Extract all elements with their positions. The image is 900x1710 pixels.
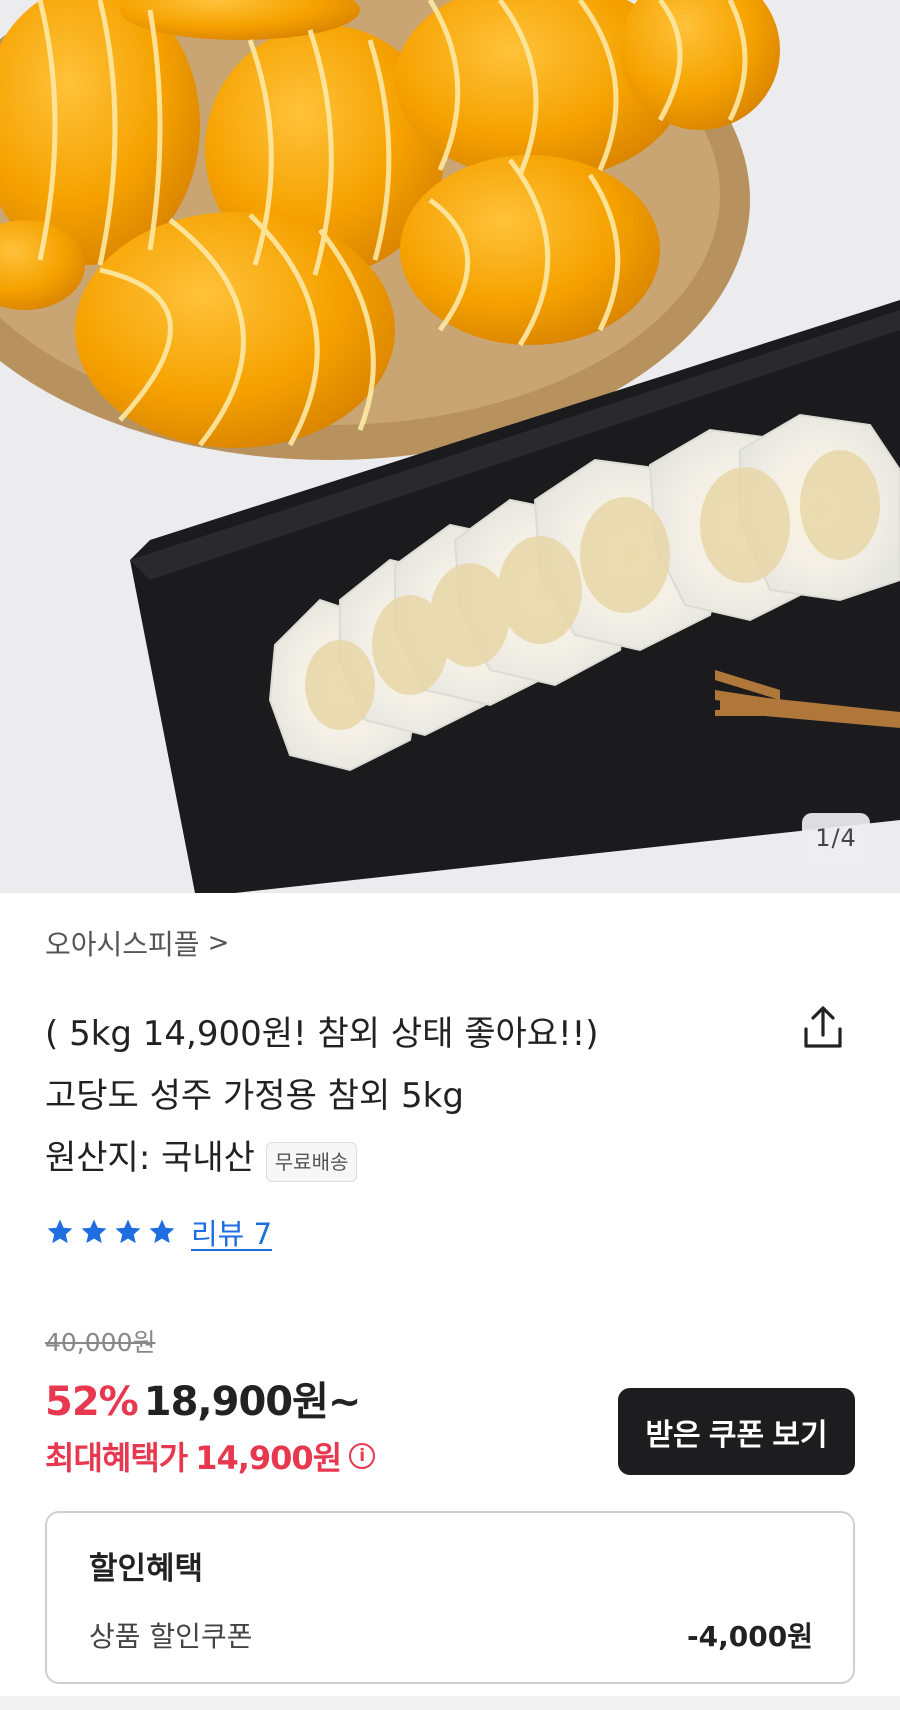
benefit-value: -4,000원 <box>687 1620 813 1653</box>
share-button[interactable] <box>798 1003 848 1053</box>
title-line-1: ( 5kg 14,900원! 참외 상태 좋아요!!) <box>45 1014 599 1054</box>
image-counter: 1/4 <box>802 813 870 863</box>
discount-rate: 52% <box>45 1379 139 1425</box>
origin-text: 원산지: 국내산 <box>45 1138 255 1178</box>
seller-link[interactable]: 오아시스피플 > <box>45 923 229 963</box>
sale-price: 18,900원~ <box>143 1379 362 1425</box>
product-info: 오아시스피플 > ( 5kg 14,900원! 참외 상태 좋아요!!) 고당도… <box>0 893 900 1710</box>
product-title: ( 5kg 14,900원! 참외 상태 좋아요!!) 고당도 성주 가정용 참… <box>45 1003 765 1189</box>
product-image-gallery[interactable]: 1/4 <box>0 0 900 893</box>
star-icon <box>115 1219 141 1244</box>
info-icon[interactable]: i <box>349 1443 376 1469</box>
title-line-2: 고당도 성주 가정용 참외 5kg <box>45 1076 464 1116</box>
max-benefit-label: 최대혜택가 <box>45 1439 188 1477</box>
star-icon <box>149 1219 175 1244</box>
chevron-right-icon: > <box>207 928 230 958</box>
original-price: 40,000원 <box>45 1328 156 1357</box>
max-benefit-value: 14,900원 <box>195 1439 342 1477</box>
price-row: 52% 18,900원~ <box>45 1369 362 1427</box>
star-icon <box>47 1219 73 1244</box>
view-coupons-button[interactable]: 받은 쿠폰 보기 <box>618 1388 855 1475</box>
free-shipping-badge: 무료배송 <box>265 1142 358 1182</box>
section-divider <box>0 1696 900 1710</box>
discount-benefits-box: 할인혜택 상품 할인쿠폰 -4,000원 <box>45 1511 855 1684</box>
rating: 리뷰 7 <box>45 1211 272 1253</box>
seller-name: 오아시스피플 <box>45 928 200 961</box>
share-icon <box>804 1006 842 1048</box>
max-benefit-price: 최대혜택가 14,900원 i <box>45 1433 376 1479</box>
benefit-label: 상품 할인쿠폰 <box>89 1620 253 1653</box>
star-icon <box>81 1219 107 1244</box>
product-photo <box>0 0 900 893</box>
benefits-title: 할인혜택 <box>89 1551 204 1587</box>
benefit-row: 상품 할인쿠폰 -4,000원 <box>89 1615 813 1655</box>
review-link[interactable]: 리뷰 7 <box>191 1211 272 1253</box>
origin-line: 원산지: 국내산 무료배송 <box>45 1127 765 1189</box>
